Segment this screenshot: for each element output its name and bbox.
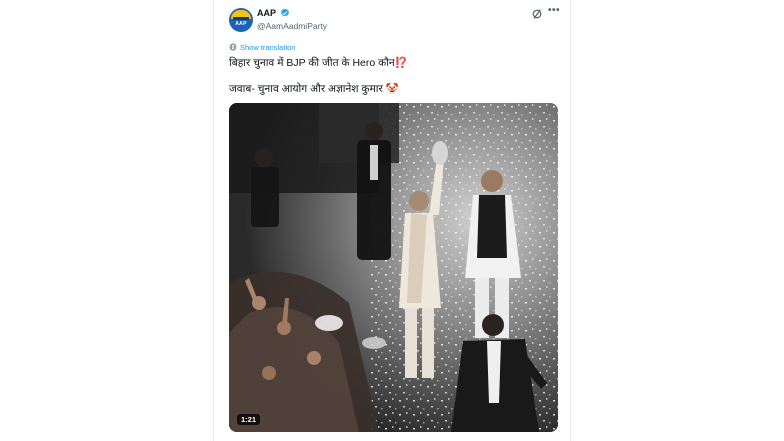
user-handle[interactable]: @AamAadmiParty: [257, 21, 327, 31]
globe-icon: [229, 43, 237, 51]
show-translation-label: Show translation: [240, 42, 296, 52]
more-options-icon[interactable]: •••: [548, 5, 560, 16]
display-name[interactable]: AAP: [257, 8, 276, 18]
video-duration-badge: 1:21: [237, 414, 261, 425]
tweet-text-line-1: बिहार चुनाव में BJP की जीत के Hero कौन⁉️: [229, 56, 408, 70]
verified-badge-icon: [281, 8, 289, 17]
video-thumbnail: [229, 103, 558, 432]
avatar-broom-shape: [233, 17, 249, 20]
avatar-text: AAP: [235, 21, 247, 27]
tweet-card[interactable]: AAP AAP @AamAadmiParty ••• Show translat…: [213, 0, 571, 441]
tweet-text-line-2: जवाब- चुनाव आयोग और अज्ञानेश कुमार 🤡: [229, 83, 399, 95]
show-translation-link[interactable]: Show translation: [229, 42, 295, 52]
video-player[interactable]: 1:21: [229, 103, 558, 432]
grok-icon[interactable]: [531, 8, 543, 20]
exclamation-question-emoji: ⁉️: [394, 57, 408, 69]
tweet-question: बिहार चुनाव में BJP की जीत के Hero कौन: [229, 57, 395, 69]
page: AAP AAP @AamAadmiParty ••• Show translat…: [0, 0, 784, 441]
avatar[interactable]: AAP: [229, 8, 253, 32]
